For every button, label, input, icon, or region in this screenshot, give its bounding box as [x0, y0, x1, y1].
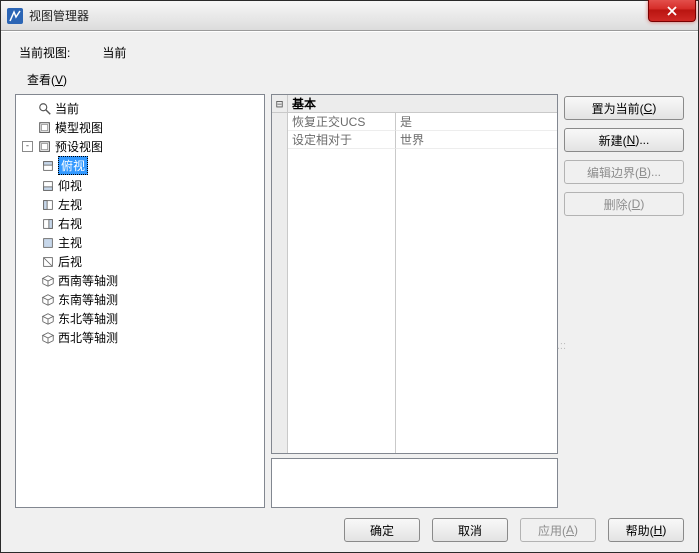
- tree-node-top[interactable]: 俯视: [40, 156, 262, 175]
- tree-label: 东北等轴测: [58, 310, 118, 327]
- main-columns: 当前 模型视图 -: [15, 94, 684, 508]
- tree-label: 当前: [55, 100, 79, 117]
- magnifier-icon: [37, 102, 53, 116]
- collapse-icon[interactable]: ⊟: [272, 95, 288, 112]
- tree-node-current[interactable]: 当前: [22, 100, 262, 117]
- iso-icon: [40, 274, 56, 288]
- tree-label: 仰视: [58, 177, 82, 194]
- close-icon: [667, 6, 677, 16]
- delete-button: 删除(D): [564, 192, 684, 216]
- cube-right-icon: [40, 217, 56, 231]
- window-title: 视图管理器: [29, 7, 89, 24]
- cube-front-icon: [40, 236, 56, 250]
- iso-icon: [40, 331, 56, 345]
- property-category-label: 基本: [288, 95, 316, 112]
- property-value[interactable]: 世界: [396, 131, 557, 149]
- tree-label: 西南等轴测: [58, 272, 118, 289]
- new-button[interactable]: 新建(N)...: [564, 128, 684, 152]
- resize-grip-icon[interactable]: .::: [557, 340, 566, 352]
- ok-button[interactable]: 确定: [344, 518, 420, 542]
- property-value[interactable]: 是: [396, 113, 557, 131]
- tree-node-front[interactable]: 主视: [40, 234, 262, 251]
- edit-boundary-button: 编辑边界(B)...: [564, 160, 684, 184]
- tree-node-preset-views[interactable]: - 预设视图: [22, 138, 262, 155]
- view-tree[interactable]: 当前 模型视图 -: [15, 94, 265, 508]
- tree-node-nw-iso[interactable]: 西北等轴测: [40, 329, 262, 346]
- tree-node-left[interactable]: 左视: [40, 196, 262, 213]
- tree-node-ne-iso[interactable]: 东北等轴测: [40, 310, 262, 327]
- tree-node-se-iso[interactable]: 东南等轴测: [40, 291, 262, 308]
- tree-node-right[interactable]: 右视: [40, 215, 262, 232]
- property-name: 设定相对于: [288, 131, 396, 149]
- tree-label: 预设视图: [55, 138, 103, 155]
- current-view-row: 当前视图: 当前: [19, 44, 684, 61]
- apply-button: 应用(A): [520, 518, 596, 542]
- side-buttons: 置为当前(C) 新建(N)... 编辑边界(B)... 删除(D): [564, 94, 684, 508]
- tree-label: 左视: [58, 196, 82, 213]
- dialog-window: 视图管理器 当前视图: 当前 查看(V): [0, 0, 699, 553]
- view-menu-label[interactable]: 查看(V): [27, 71, 684, 88]
- property-row[interactable]: 设定相对于 世界: [272, 131, 557, 149]
- close-button[interactable]: [648, 0, 696, 22]
- tree-node-sw-iso[interactable]: 西南等轴测: [40, 272, 262, 289]
- square-icon: [37, 140, 53, 154]
- square-icon: [37, 121, 53, 135]
- cube-top-icon: [40, 159, 56, 173]
- property-panel: ⊟ 基本 恢复正交UCS 是 设定相对于 世界: [271, 94, 558, 508]
- cancel-button[interactable]: 取消: [432, 518, 508, 542]
- bottom-buttons: 确定 取消 应用(A) 帮助(H): [15, 508, 684, 542]
- app-icon: [7, 8, 23, 24]
- help-button[interactable]: 帮助(H): [608, 518, 684, 542]
- cube-bottom-icon: [40, 179, 56, 193]
- tree-label: 右视: [58, 215, 82, 232]
- tree-label: 俯视: [58, 156, 88, 175]
- tree-label: 模型视图: [55, 119, 103, 136]
- tree-label: 西北等轴测: [58, 329, 118, 346]
- current-view-value: 当前: [102, 44, 126, 61]
- tree-node-model-views[interactable]: 模型视图: [22, 119, 262, 136]
- titlebar[interactable]: 视图管理器: [1, 1, 698, 31]
- tree-label: 主视: [58, 234, 82, 251]
- cube-back-icon: [40, 255, 56, 269]
- property-description-box: [271, 458, 558, 508]
- iso-icon: [40, 312, 56, 326]
- property-row[interactable]: 恢复正交UCS 是: [272, 113, 557, 131]
- tree-label: 后视: [58, 253, 82, 270]
- collapse-icon[interactable]: -: [22, 141, 33, 152]
- iso-icon: [40, 293, 56, 307]
- property-grid-blank: [272, 149, 557, 453]
- tree-label: 东南等轴测: [58, 291, 118, 308]
- cube-left-icon: [40, 198, 56, 212]
- current-view-label: 当前视图:: [19, 44, 99, 61]
- set-current-button[interactable]: 置为当前(C): [564, 96, 684, 120]
- property-category-row[interactable]: ⊟ 基本: [272, 95, 557, 113]
- property-name: 恢复正交UCS: [288, 113, 396, 131]
- tree-node-back[interactable]: 后视: [40, 253, 262, 270]
- tree-node-bottom[interactable]: 仰视: [40, 177, 262, 194]
- property-grid[interactable]: ⊟ 基本 恢复正交UCS 是 设定相对于 世界: [271, 94, 558, 454]
- dialog-body: 当前视图: 当前 查看(V) 当前: [1, 31, 698, 552]
